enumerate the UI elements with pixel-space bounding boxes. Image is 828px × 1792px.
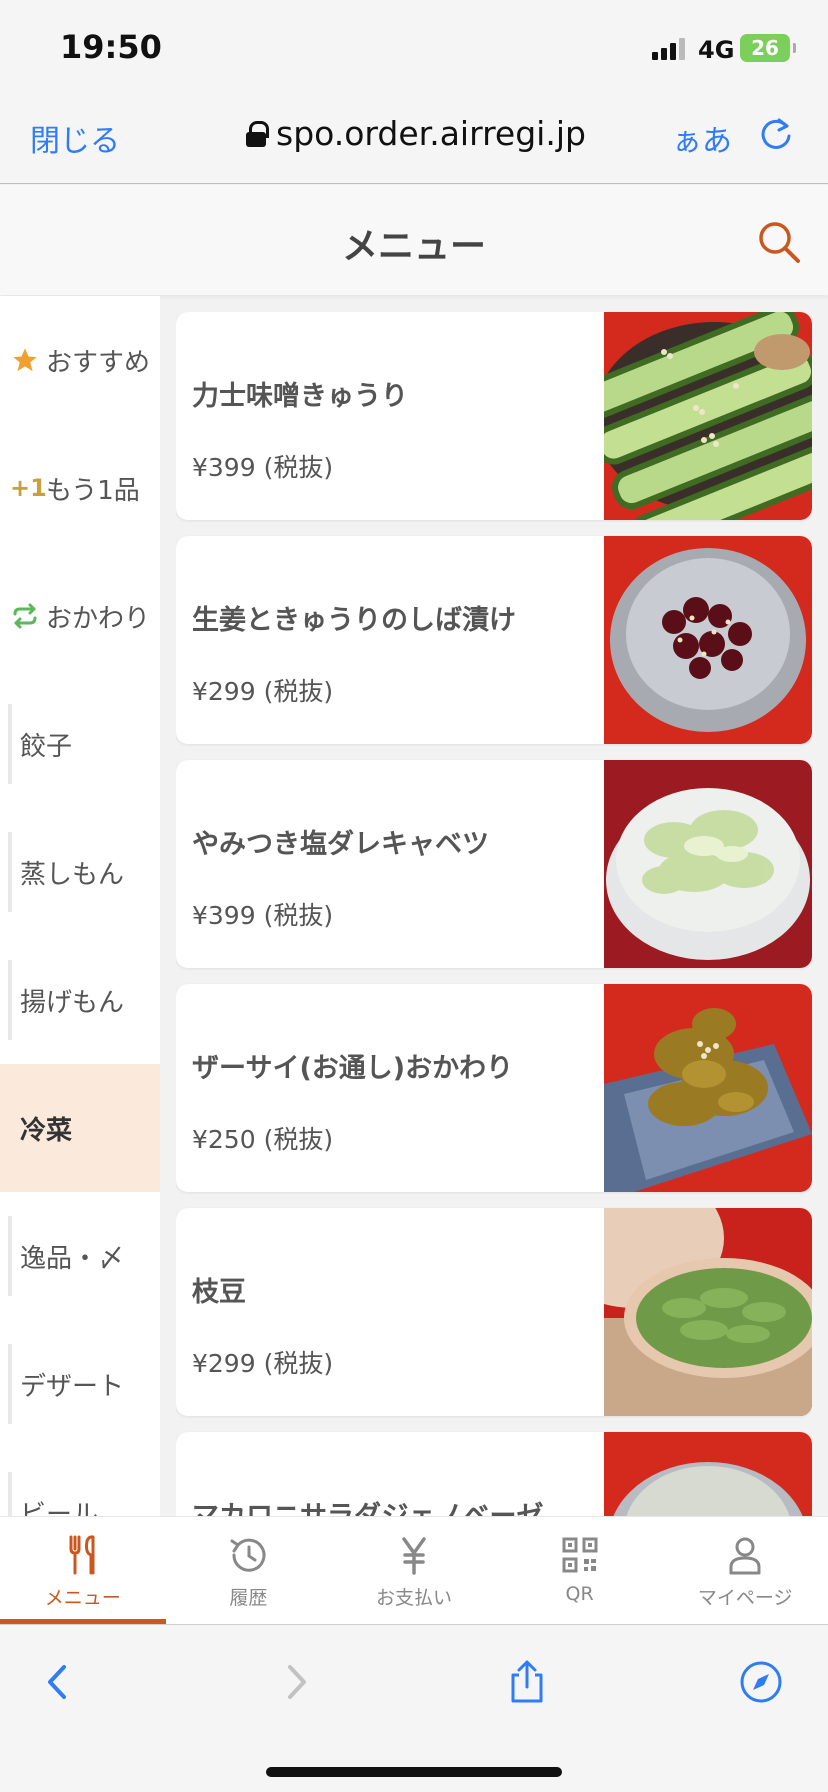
sidebar-item-fried[interactable]: 揚げもん [0,936,160,1064]
menu-item-price: ¥399 (税抜) [192,901,334,930]
category-sidebar: おすすめ +1 もう1品 おかわり 餃子 蒸しもん 揚げもん 冷菜 逸品・〆 デ… [0,296,160,1516]
app-header: メニュー [0,185,828,295]
menu-item-card[interactable]: やみつき塩ダレキャベツ ¥399 (税抜) [176,760,812,968]
tab-label: マイページ [697,1587,793,1609]
zha-cai-photo [604,984,812,1192]
sidebar-item-label: デザート [20,1371,125,1402]
tab-label: 履歴 [229,1587,268,1609]
sidebar-item-one-more[interactable]: +1 もう1品 [0,424,160,552]
sidebar-item-label: 逸品・〆 [20,1243,125,1274]
browser-toolbar: 閉じる spo.order.airregi.jp ぁあ [0,92,828,184]
battery-icon: 26 [740,34,796,62]
menu-item-price: ¥299 (税抜) [192,677,334,706]
status-bar: 19:50 4G 26 [0,0,828,92]
tab-payment[interactable]: お支払い [331,1517,497,1624]
tab-qr[interactable]: QR [497,1517,663,1624]
app-tab-bar: メニュー 履歴 お支払い QR マイページ [0,1516,828,1624]
menu-item-name: 枝豆 [192,1277,246,1308]
reload-icon[interactable] [758,116,794,152]
text-size-button[interactable]: ぁあ [672,116,732,160]
yen-icon [402,1537,426,1575]
address-bar[interactable]: spo.order.airregi.jp [246,114,586,153]
menu-item-card[interactable]: マカロニサラダジェノベーゼ [176,1432,812,1516]
share-icon[interactable] [504,1659,550,1705]
sidebar-item-refill[interactable]: おかわり [0,552,160,680]
home-indicator [266,1767,562,1777]
sidebar-item-label: 餃子 [20,731,73,762]
sidebar-item-label: ビール [20,1499,99,1517]
forward-icon[interactable] [272,1659,318,1705]
search-icon[interactable] [756,219,802,265]
tab-history[interactable]: 履歴 [166,1517,332,1624]
lock-icon [246,120,269,147]
sidebar-item-steamed[interactable]: 蒸しもん [0,808,160,936]
qr-code-icon [562,1537,598,1573]
menu-item-price: ¥399 (税抜) [192,453,334,482]
browser-bottom-toolbar [0,1624,828,1792]
sidebar-item-beer[interactable]: ビール [0,1448,160,1516]
sidebar-item-label: おかわり [46,603,151,634]
menu-item-card[interactable]: 生姜ときゅうりのしば漬け ¥299 (税抜) [176,536,812,744]
tab-label: お支払い [375,1587,452,1609]
history-icon [230,1538,266,1572]
menu-item-card[interactable]: 力士味噌きゅうり ¥399 (税抜) [176,312,812,520]
menu-item-name: やみつき塩ダレキャベツ [192,829,489,860]
network-type: 4G [698,36,735,64]
sidebar-item-specialties[interactable]: 逸品・〆 [0,1192,160,1320]
edamame-photo [604,1208,812,1416]
back-icon[interactable] [36,1659,82,1705]
person-icon [729,1537,761,1575]
status-time: 19:50 [60,28,162,66]
sidebar-item-gyoza[interactable]: 餃子 [0,680,160,808]
menu-item-name: ザーサイ(お通し)おかわり [192,1053,514,1084]
sidebar-item-label: 蒸しもん [20,859,125,890]
menu-item-card[interactable]: 枝豆 ¥299 (税抜) [176,1208,812,1416]
plus-one-icon: +1 [10,474,47,502]
shibazuke-photo [604,536,812,744]
sidebar-item-label: もう1品 [46,475,140,506]
sidebar-item-label: 冷菜 [20,1115,73,1146]
menu-item-name: 生姜ときゅうりのしば漬け [192,605,516,636]
tab-label: QR [565,1583,594,1605]
sidebar-item-label: 揚げもん [20,987,125,1018]
signal-icon [652,38,688,60]
sidebar-item-label: おすすめ [46,347,151,378]
compass-icon[interactable] [738,1659,784,1705]
star-icon [13,348,37,372]
fork-knife-icon [69,1535,95,1575]
sidebar-item-recommended[interactable]: おすすめ [0,296,160,424]
sidebar-item-cold-dishes[interactable]: 冷菜 [0,1064,160,1192]
cabbage-photo [604,760,812,968]
refill-icon [13,603,37,629]
menu-item-card[interactable]: ザーサイ(お通し)おかわり ¥250 (税抜) [176,984,812,1192]
url-text: spo.order.airregi.jp [276,114,586,153]
cucumber-miso-photo [604,312,812,520]
tab-label: メニュー [44,1587,121,1609]
tab-mypage[interactable]: マイページ [662,1517,828,1624]
menu-list: 力士味噌きゅうり ¥399 (税抜) 生姜ときゅうりのしば漬け ¥299 (税抜… [176,312,812,1516]
close-button[interactable]: 閉じる [30,116,120,160]
macaroni-photo [604,1432,812,1516]
page-title: メニュー [341,226,486,267]
menu-item-name: 力士味噌きゅうり [192,381,408,412]
menu-item-name: マカロニサラダジェノベーゼ [192,1494,544,1516]
sidebar-item-dessert[interactable]: デザート [0,1320,160,1448]
tab-menu[interactable]: メニュー [0,1517,166,1624]
menu-item-price: ¥250 (税抜) [192,1125,334,1154]
menu-item-price: ¥299 (税抜) [192,1349,334,1378]
